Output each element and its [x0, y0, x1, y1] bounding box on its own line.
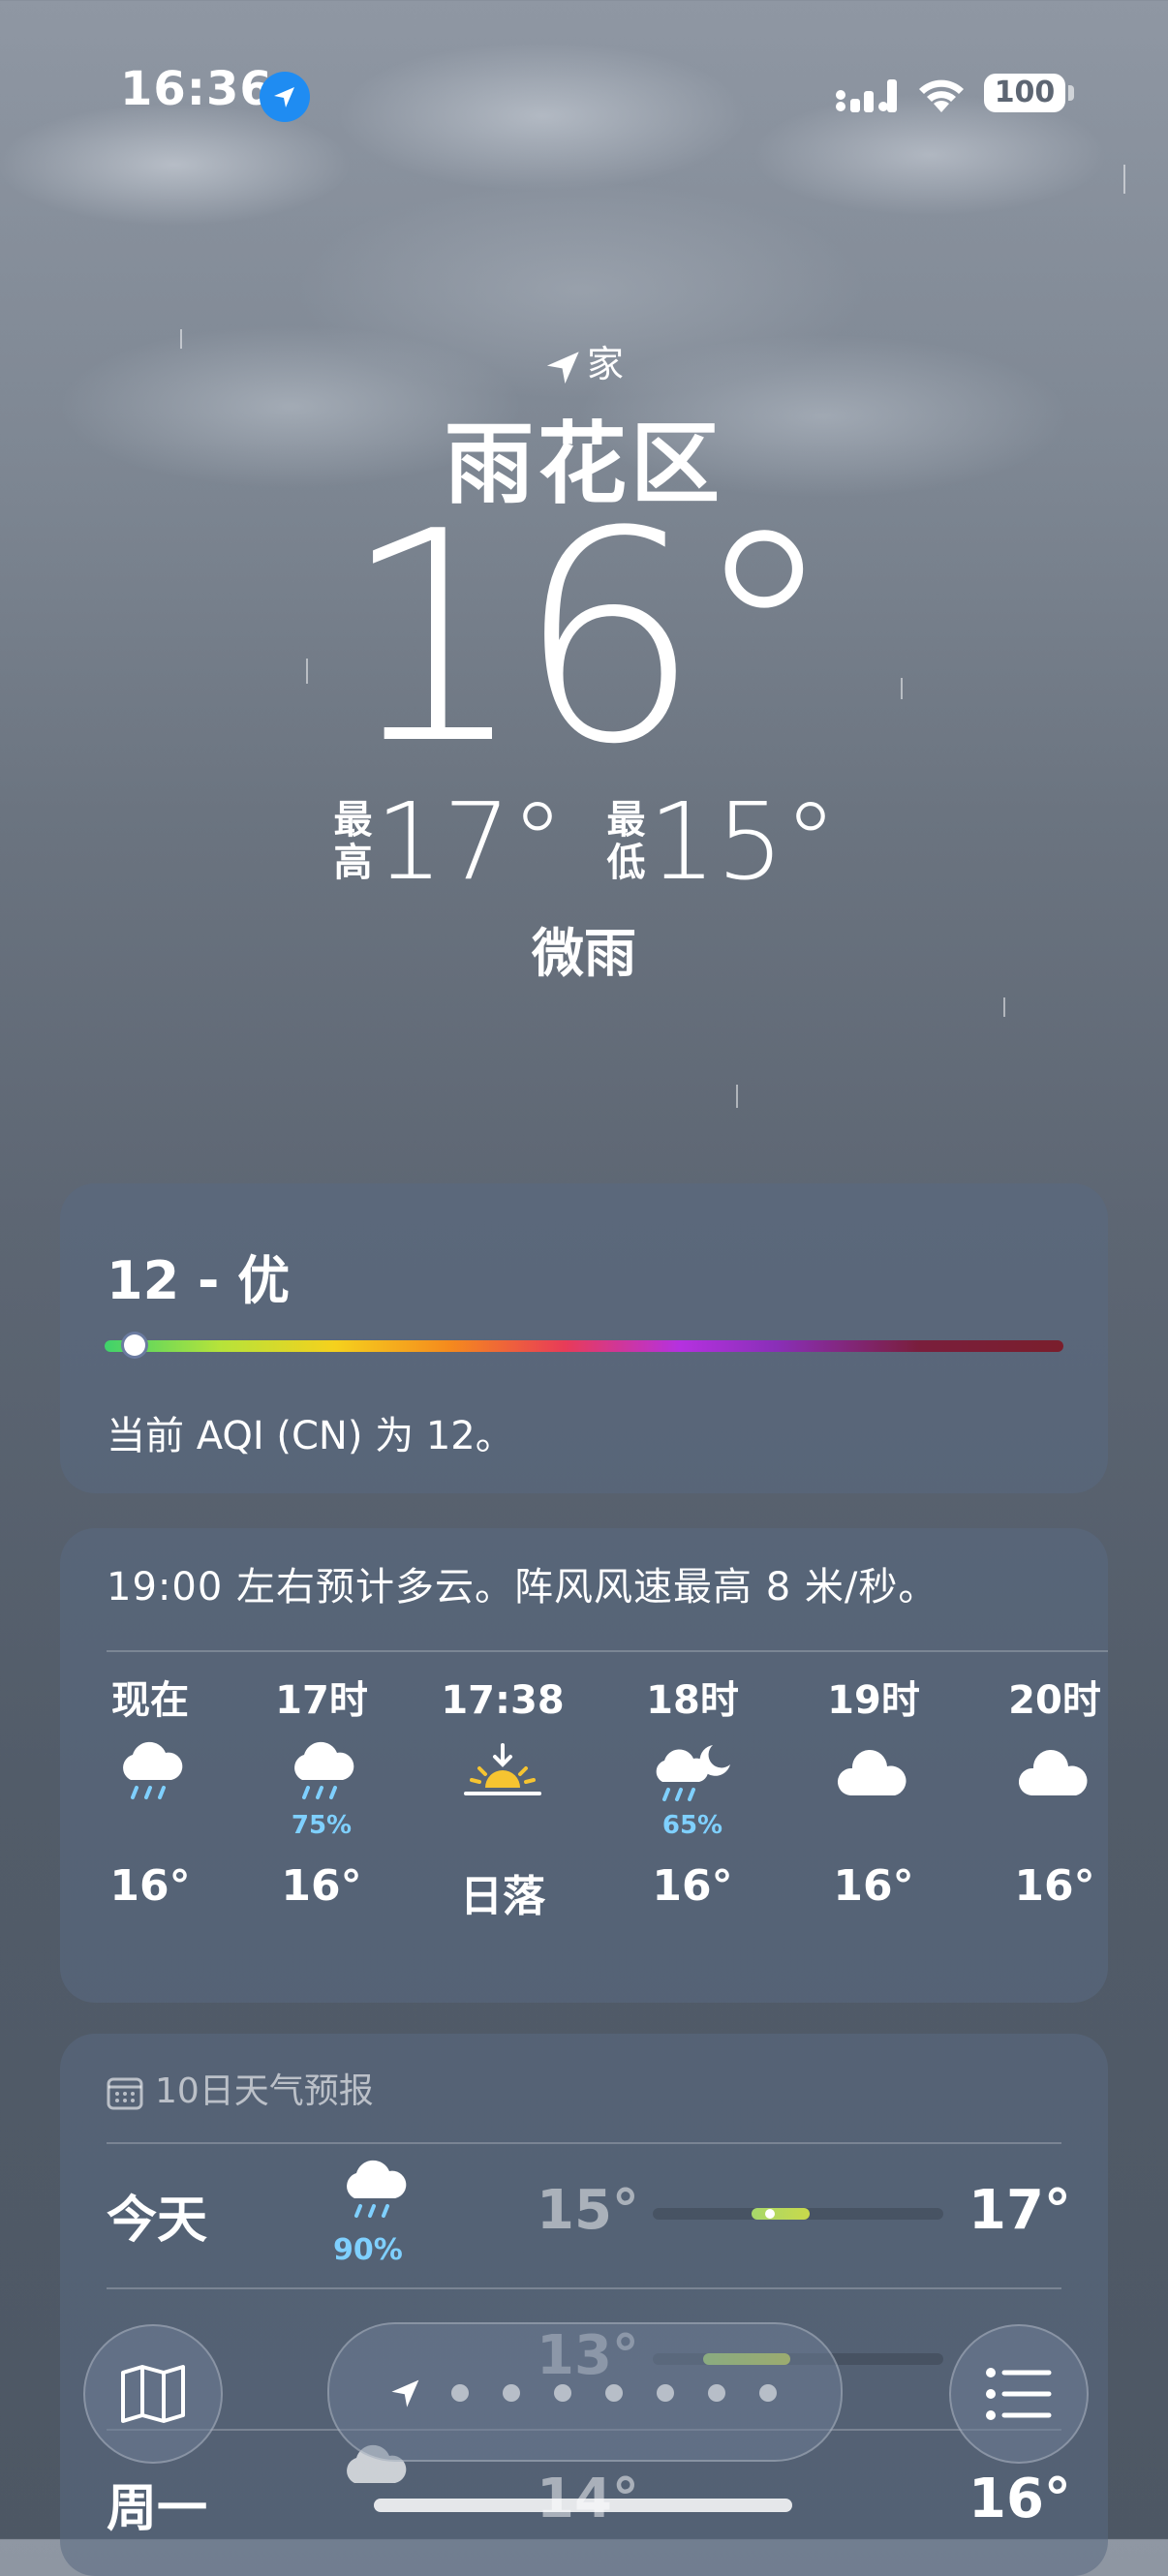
hour-temp: 16°	[833, 1861, 914, 1911]
home-label: 家	[586, 343, 624, 385]
page-dot[interactable]	[759, 2384, 777, 2402]
precip-chance: 75%	[291, 1811, 353, 1840]
cloud-icon	[837, 1749, 907, 1795]
status-bar: 16:36 100	[0, 0, 1168, 194]
ten-day-header: 10日天气预报	[107, 2063, 374, 2113]
ten-day-forecast-card[interactable]: 10日天气预报 今天 90% 15° 17° 13° 周一 14° 16°	[60, 2034, 1108, 2576]
sunset-icon	[464, 1743, 541, 1795]
rain-cloud-icon	[347, 2160, 407, 2218]
hour-label: 现在	[111, 1678, 189, 1723]
hour-label: 19时	[827, 1678, 920, 1723]
day-high: 17°	[968, 2179, 1071, 2242]
rain-cloud-icon	[123, 1741, 183, 1799]
battery-indicator: 100	[984, 74, 1065, 112]
aqi-level-marker	[123, 1334, 145, 1356]
aqi-value: 12 - 优	[107, 1250, 291, 1311]
precip-chance: 65%	[661, 1811, 723, 1840]
page-dot[interactable]	[708, 2384, 725, 2402]
location-list-button[interactable]	[949, 2324, 1089, 2464]
wifi-icon	[919, 79, 964, 112]
day-label: 周一	[107, 2480, 208, 2538]
list-icon	[986, 2368, 1052, 2420]
page-dot[interactable]	[554, 2384, 571, 2402]
cloud-icon	[1018, 1749, 1088, 1795]
rain-streak	[1003, 997, 1005, 1017]
location-pager[interactable]	[327, 2322, 843, 2462]
hourly-forecast-card[interactable]: 19:00 左右预计多云。阵风风速最高 8 米/秒。 现在 16° 17时 75…	[60, 1528, 1108, 2003]
precip-chance: 90%	[333, 2233, 403, 2267]
aqi-description: 当前 AQI (CN) 为 12。	[107, 1414, 514, 1458]
low-temp-group: 最低15°	[604, 780, 838, 904]
cellular-signal-icon	[836, 79, 897, 112]
hourly-item: 19时 16°	[811, 1673, 937, 1911]
location-active-icon	[260, 72, 310, 122]
temp-range-bar	[752, 2208, 810, 2220]
page-dot[interactable]	[503, 2384, 520, 2402]
high-temp-group: 最高17°	[330, 780, 564, 904]
aqi-scale-bar	[105, 1340, 1063, 1352]
hour-label: 17:38	[441, 1678, 565, 1723]
divider	[107, 2142, 1061, 2144]
location-home-label: 家	[0, 334, 1168, 387]
hourly-item: 20时 16°	[992, 1673, 1118, 1911]
rain-cloud-icon	[294, 1741, 354, 1799]
hour-temp: 16°	[109, 1861, 191, 1911]
hour-temp: 16°	[281, 1861, 362, 1911]
hourly-summary: 19:00 左右预计多云。阵风风速最高 8 米/秒。	[107, 1565, 938, 1610]
high-low-temperatures: 最高17° 最低15°	[0, 780, 1168, 904]
hour-label: 20时	[1008, 1678, 1101, 1723]
hour-label: 18时	[646, 1678, 739, 1723]
location-arrow-icon	[546, 351, 579, 383]
sunset-label: 日落	[460, 1872, 545, 1921]
high-temp: 17°	[375, 780, 565, 904]
day-high: 16°	[968, 2468, 1071, 2530]
current-location-page-icon	[391, 2379, 419, 2407]
weather-condition: 微雨	[532, 923, 636, 984]
high-label: 最高	[333, 798, 373, 885]
map-icon	[121, 2365, 185, 2423]
page-dot[interactable]	[451, 2384, 469, 2402]
hourly-item: 17:38 日落	[440, 1673, 566, 1923]
low-temp: 15°	[648, 780, 838, 904]
page-dot[interactable]	[657, 2384, 674, 2402]
divider	[107, 1650, 1108, 1652]
rain-moon-cloud-icon	[656, 1745, 730, 1801]
page-dot[interactable]	[605, 2384, 623, 2402]
hourly-item: 现在 16°	[87, 1673, 213, 1911]
map-button[interactable]	[83, 2324, 223, 2464]
battery-cap-icon	[1068, 85, 1074, 101]
hourly-item: 17时 75% 16°	[259, 1673, 384, 1911]
rain-streak	[736, 1085, 738, 1108]
divider	[107, 2287, 1061, 2289]
day-low: 15°	[537, 2179, 639, 2242]
home-indicator[interactable]	[374, 2499, 792, 2512]
day-label: 今天	[107, 2192, 208, 2250]
hourly-item: 18时 65% 16°	[630, 1673, 755, 1911]
air-quality-card[interactable]: 12 - 优 当前 AQI (CN) 为 12。	[60, 1183, 1108, 1493]
status-time: 16:36	[120, 62, 273, 116]
low-label: 最低	[606, 798, 646, 885]
calendar-icon	[107, 2077, 143, 2110]
current-temperature: 16°	[341, 470, 837, 808]
hour-temp: 16°	[652, 1861, 733, 1911]
hour-temp: 16°	[1014, 1861, 1095, 1911]
ten-day-title: 10日天气预报	[155, 2071, 374, 2111]
hour-label: 17时	[275, 1678, 368, 1723]
current-temp-marker	[765, 2209, 775, 2219]
